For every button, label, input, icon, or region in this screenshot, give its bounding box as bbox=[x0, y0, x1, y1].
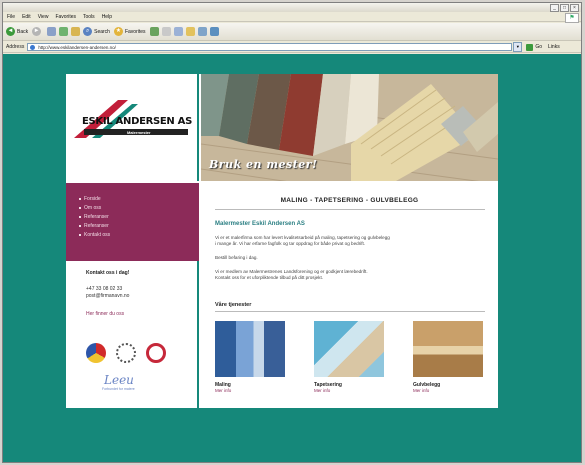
nav-item-referanser-2[interactable]: Referanser bbox=[79, 222, 199, 231]
contact-heading: Kontakt oss i dag! bbox=[86, 270, 130, 276]
service-photo-gulvbelegg[interactable] bbox=[413, 321, 483, 377]
map-link[interactable]: Her finner du oss bbox=[86, 311, 124, 317]
close-icon[interactable]: × bbox=[570, 4, 579, 12]
logo-name: ESKIL ANDERSEN AS bbox=[82, 116, 193, 127]
sidebar: Kontakt oss i dag! +47 33 08 02 33 post@… bbox=[66, 261, 199, 408]
menu-bar: File Edit View Favorites Tools Help bbox=[3, 12, 581, 22]
website-page: ESKIL ANDERSEN AS Malermester Bruk en me… bbox=[66, 74, 498, 408]
star-icon: ★ bbox=[113, 27, 123, 36]
links-button[interactable]: Links bbox=[548, 44, 560, 50]
main-navigation: Forside Om oss Referanser Referanser Kon… bbox=[66, 183, 199, 261]
search-icon: ⌕ bbox=[83, 27, 93, 36]
cta-text: Bestill befaring i dag. bbox=[215, 255, 258, 260]
stop-icon[interactable] bbox=[47, 27, 57, 36]
service-maling[interactable]: Maling Mer info bbox=[215, 321, 285, 393]
intro-line-2: i mange år. Vi har erfarne fagfolk og ta… bbox=[215, 241, 366, 246]
folder-icon[interactable] bbox=[185, 27, 195, 36]
contact-email[interactable]: post@firmanavn.no bbox=[86, 293, 129, 299]
favorites-button[interactable]: ★ Favorites bbox=[113, 27, 146, 36]
main-content: MALING - TAPETSERING - GULVBELEGG Malerm… bbox=[201, 183, 498, 408]
menu-edit[interactable]: Edit bbox=[22, 14, 31, 20]
nav-item-referanser[interactable]: Referanser bbox=[79, 213, 199, 222]
address-label: Address bbox=[6, 44, 25, 50]
membership-line-2: Kontakt oss for et uforpliktende tilbud … bbox=[215, 275, 324, 280]
service-tapetsering[interactable]: Tapetsering Mer info bbox=[314, 321, 384, 393]
home-icon[interactable] bbox=[71, 27, 81, 36]
forward-arrow-icon: ► bbox=[32, 27, 42, 36]
windows-logo-icon: ⚑ bbox=[565, 13, 579, 23]
maximize-icon[interactable]: □ bbox=[560, 4, 569, 12]
history-icon[interactable] bbox=[149, 27, 159, 36]
page-icon bbox=[30, 45, 36, 50]
nav-item-kontakt[interactable]: Kontakt oss bbox=[79, 231, 199, 240]
title-bar: _ □ × bbox=[3, 3, 581, 12]
print-icon[interactable] bbox=[173, 27, 183, 36]
menu-help[interactable]: Help bbox=[102, 14, 112, 20]
address-input[interactable]: http://www.eskilandersen-andersen.no/ bbox=[27, 43, 513, 51]
nav-item-om-oss[interactable]: Om oss bbox=[79, 204, 199, 213]
page-headline: MALING - TAPETSERING - GULVBELEGG bbox=[280, 197, 419, 204]
toolbar: ◄ Back ► ⌕ Search ★ Favorites bbox=[3, 23, 581, 41]
certification-badges bbox=[86, 343, 166, 363]
address-bar: Address http://www.eskilandersen-anderse… bbox=[3, 42, 581, 53]
color-badge-icon bbox=[86, 343, 106, 363]
service-photo-tapetsering[interactable] bbox=[314, 321, 384, 377]
contact-phone: +47 33 08 02 33 bbox=[86, 286, 123, 292]
menu-favorites[interactable]: Favorites bbox=[55, 14, 76, 20]
hero-banner: Bruk en mester! bbox=[201, 74, 498, 181]
association-logo: Leeu bbox=[104, 373, 134, 387]
back-button[interactable]: ◄ Back bbox=[6, 27, 28, 36]
service-gulvbelegg[interactable]: Gulvbelegg Mer info bbox=[413, 321, 483, 393]
menu-tools[interactable]: Tools bbox=[83, 14, 95, 20]
gear-badge-icon bbox=[116, 343, 136, 363]
menu-file[interactable]: File bbox=[7, 14, 15, 20]
mail-icon[interactable] bbox=[161, 27, 171, 36]
hero-slogan: Bruk en mester! bbox=[209, 158, 318, 171]
nav-item-forside[interactable]: Forside bbox=[79, 195, 199, 204]
page-viewport: ESKIL ANDERSEN AS Malermester Bruk en me… bbox=[3, 54, 581, 462]
minimize-icon[interactable]: _ bbox=[550, 4, 559, 12]
refresh-icon[interactable] bbox=[59, 27, 69, 36]
messenger-icon[interactable] bbox=[209, 27, 219, 36]
company-logo[interactable]: ESKIL ANDERSEN AS Malermester bbox=[66, 74, 199, 181]
window-controls: _ □ × bbox=[550, 4, 579, 12]
go-button[interactable]: Go bbox=[526, 43, 548, 51]
service-photo-maling[interactable] bbox=[215, 321, 285, 377]
edit-icon[interactable] bbox=[197, 27, 207, 36]
services-heading: Våre tjenester bbox=[215, 302, 252, 308]
menu-view[interactable]: View bbox=[38, 14, 49, 20]
company-subheading: Malermester Eskil Andersen AS bbox=[215, 221, 305, 227]
forward-button[interactable]: ► bbox=[32, 27, 43, 36]
address-dropdown-icon[interactable]: ▼ bbox=[513, 42, 523, 52]
association-tagline: Forbundet for malere bbox=[102, 387, 135, 391]
certified-badge-icon bbox=[146, 343, 166, 363]
logo-tagline: Malermester bbox=[124, 130, 154, 135]
go-arrow-icon bbox=[526, 43, 534, 51]
back-arrow-icon: ◄ bbox=[6, 27, 15, 36]
headline-divider bbox=[215, 209, 485, 210]
services-divider bbox=[215, 311, 485, 312]
search-button[interactable]: ⌕ Search bbox=[83, 27, 110, 36]
browser-window: _ □ × File Edit View Favorites Tools Hel… bbox=[2, 2, 582, 463]
